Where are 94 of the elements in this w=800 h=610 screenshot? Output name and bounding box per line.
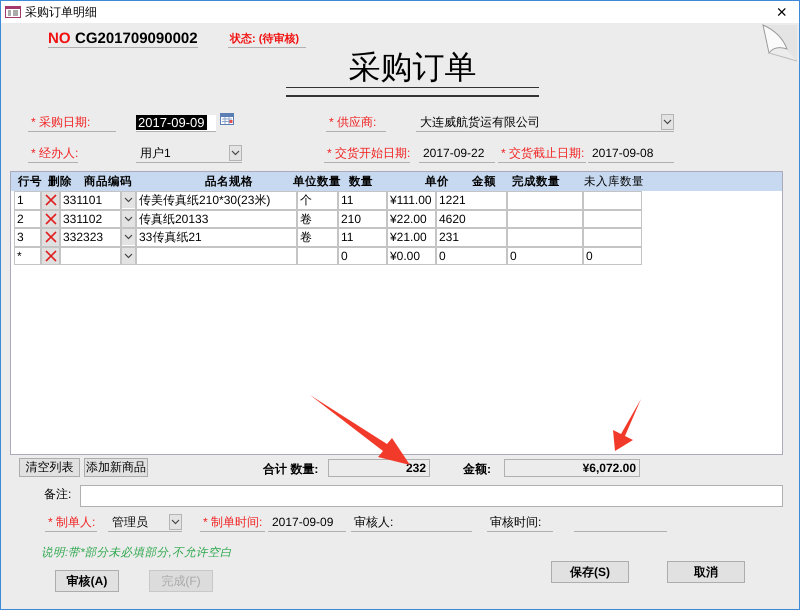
field-label: * 采购日期:: [28, 114, 116, 132]
table-cell: 11: [338, 228, 387, 246]
chevron-icon: [124, 234, 133, 240]
date-field[interactable]: 2017-09-09: [136, 115, 216, 132]
total-amount-value: ¥6,072.00: [504, 459, 640, 477]
table-cell: 231: [436, 228, 507, 246]
table-cell: 331102: [60, 210, 121, 228]
delete-icon: [44, 250, 56, 262]
table-cell: 传美传真纸210*30(23米): [136, 191, 297, 210]
column-header[interactable]: 单位数量: [293, 174, 339, 189]
close-button[interactable]: ×: [774, 3, 789, 21]
table-cell: 210: [338, 210, 387, 228]
calendar-icon: [220, 113, 234, 125]
delete-icon: [44, 212, 56, 225]
table-cell: 3: [14, 228, 41, 246]
delete-icon: [44, 194, 56, 206]
table-cell: 个: [297, 191, 338, 210]
field-label: * 经办人:: [28, 145, 78, 163]
field-label: * 制单时间:: [200, 514, 265, 532]
table-cell: ¥0.00: [387, 246, 436, 265]
order-number: CG201709090002: [75, 30, 198, 48]
window-title: 采购订单明细: [25, 4, 97, 20]
column-header[interactable]: 金额: [472, 174, 496, 189]
table-cell: 1: [14, 191, 41, 210]
column-header[interactable]: 数量: [349, 174, 373, 189]
delete-button[interactable]: [41, 210, 60, 228]
table-cell: 4620: [436, 210, 507, 228]
dropdown-field[interactable]: 大连威航货运有限公司: [416, 113, 674, 132]
delete-icon: [44, 231, 56, 244]
form-heading: 采购订单: [348, 48, 478, 87]
dropdown-button[interactable]: [121, 246, 136, 265]
dropdown-button[interactable]: [229, 145, 242, 161]
table-cell: 2: [14, 210, 41, 228]
dropdown-button[interactable]: [661, 114, 674, 130]
table-cell: 传真纸20133: [136, 210, 297, 228]
table-cell: 11: [338, 191, 387, 210]
order-status: 状态: (待审核): [228, 32, 306, 48]
dropdown-button[interactable]: [121, 191, 136, 210]
form-icon: [5, 6, 21, 18]
column-header[interactable]: 商品编码: [84, 174, 130, 189]
dropdown-field[interactable]: 用户1: [136, 144, 242, 163]
column-header[interactable]: 完成数量: [512, 174, 559, 189]
save-button[interactable]: 保存(S): [551, 561, 629, 583]
total-quantity-value: 232: [328, 459, 430, 477]
total-amount-label: 金额:: [463, 461, 492, 477]
remarks-field[interactable]: [80, 485, 783, 507]
chevron-icon: [124, 252, 133, 259]
field-label: * 制单人:: [45, 514, 97, 532]
remarks-label: 备注:: [44, 486, 72, 502]
order-no-label: NO: [48, 30, 75, 48]
table-cell: 卷: [297, 210, 338, 228]
cancel-button[interactable]: 取消: [667, 561, 745, 583]
field-label: 审核时间:: [487, 514, 553, 532]
table-cell: 332323: [60, 228, 121, 246]
table-cell: 331101: [60, 191, 121, 210]
dropdown-field[interactable]: 管理员: [108, 513, 182, 532]
chevron-icon: [124, 216, 133, 222]
table-cell: ¥111.00: [387, 191, 436, 210]
table-cell: ¥21.00: [387, 228, 436, 246]
table-cell: *: [14, 246, 41, 265]
table-cell: 0: [507, 246, 583, 265]
delete-button[interactable]: [41, 246, 60, 265]
field-label: 审核人:: [351, 514, 410, 532]
table-cell: 0: [583, 246, 642, 265]
add-item-button[interactable]: 添加新商品: [84, 458, 148, 477]
chevron-icon: [663, 119, 672, 125]
column-header[interactable]: 品名规格: [205, 174, 250, 189]
table-cell: 卷: [297, 228, 338, 246]
dropdown-button[interactable]: [121, 210, 136, 228]
chevron-icon: [124, 197, 133, 204]
note-text: 说明:带*部分未必填部分,不允许空白: [41, 545, 233, 560]
clear-list-button[interactable]: 清空列表: [19, 458, 80, 477]
table-cell: 33传真纸21: [136, 228, 297, 246]
dropdown-button[interactable]: [169, 514, 182, 530]
total-quantity-label: 合计 数量:: [263, 461, 320, 477]
delete-button[interactable]: [41, 228, 60, 246]
review-button[interactable]: 审核(A): [55, 570, 119, 592]
table-cell: 0: [436, 246, 507, 265]
field-label: * 交货截止日期:: [498, 145, 586, 163]
date-value: 2017-09-08: [588, 145, 674, 163]
delete-button[interactable]: [41, 191, 60, 210]
chevron-icon: [171, 519, 180, 525]
table-cell: 1221: [436, 191, 507, 210]
column-header[interactable]: 删除: [48, 174, 72, 189]
column-header[interactable]: 单价: [425, 174, 449, 189]
table-cell: ¥22.00: [387, 210, 436, 228]
field-label: * 供应商:: [326, 114, 386, 132]
field-label: * 交货开始日期:: [324, 145, 410, 163]
table-cell: 0: [338, 246, 387, 265]
date-value: 2017-09-22: [419, 145, 495, 163]
column-header[interactable]: 行号: [18, 174, 40, 189]
chevron-icon: [231, 150, 240, 156]
dropdown-button[interactable]: [121, 228, 136, 246]
date-value: 2017-09-09: [268, 514, 346, 532]
